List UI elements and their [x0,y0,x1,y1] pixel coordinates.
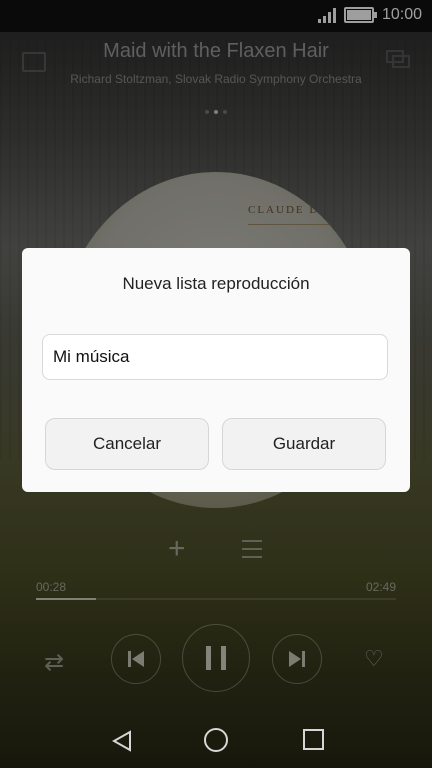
recent-apps-icon[interactable] [303,729,324,750]
navigation-bar [0,714,432,768]
home-icon[interactable] [204,728,228,752]
back-icon[interactable] [112,730,132,752]
new-playlist-dialog: Nueva lista reproducción Mi música Cance… [22,248,410,492]
music-player-screen: 10:00 Maid with the Flaxen Hair Richard … [0,0,432,768]
save-button[interactable]: Guardar [222,418,386,470]
dialog-title: Nueva lista reproducción [122,274,310,293]
cancel-button[interactable]: Cancelar [45,418,209,470]
playlist-name-input[interactable]: Mi música [42,334,388,380]
